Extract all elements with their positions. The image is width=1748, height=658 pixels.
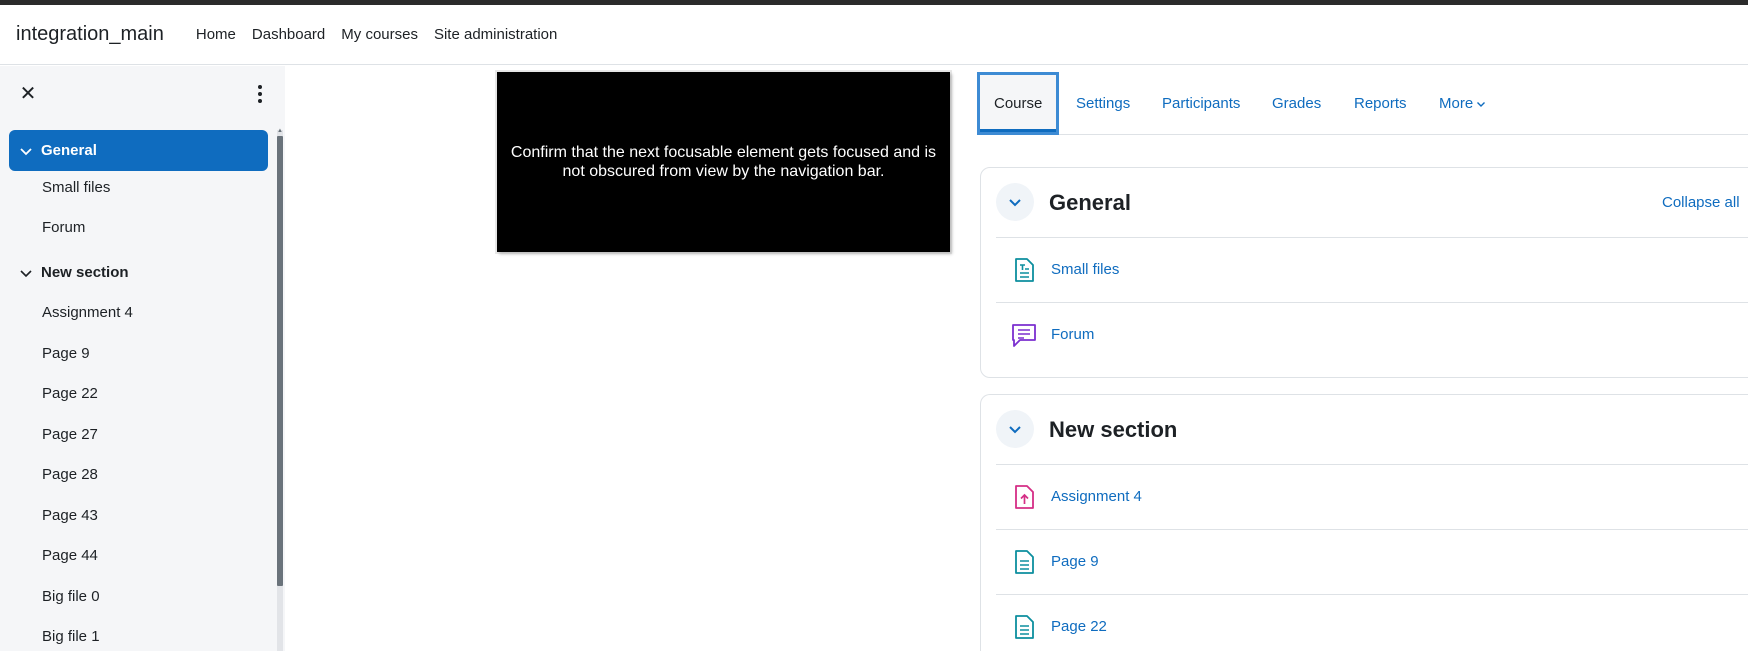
course-section-new-section: New section Assignment 4 Page 9 Page 22: [980, 394, 1748, 651]
chevron-down-icon: [1009, 426, 1021, 434]
page-icon: [1015, 614, 1034, 639]
chevron-down-icon: [1477, 101, 1486, 107]
drawer-item-page-9[interactable]: Page 9: [42, 345, 90, 362]
nav-dashboard[interactable]: Dashboard: [252, 26, 325, 43]
course-section-general: General Collapse all Small files Forum: [980, 167, 1748, 378]
secondary-navigation: Course Settings Participants Grades Repo…: [977, 72, 1748, 135]
assignment-icon: [1015, 484, 1034, 509]
activity-link-small-files[interactable]: Small files: [1051, 261, 1119, 278]
forum-icon: [1012, 323, 1036, 347]
course-index-drawer: ✕ ▲ General Small files Forum New sectio…: [0, 66, 285, 651]
kebab-menu-icon[interactable]: [250, 84, 270, 104]
tab-more-label: More: [1439, 95, 1474, 112]
drawer-item-small-files[interactable]: Small files: [42, 179, 110, 196]
activity-link-page-22[interactable]: Page 22: [1051, 618, 1107, 635]
tab-more[interactable]: More: [1439, 72, 1486, 135]
site-brand[interactable]: integration_main: [16, 23, 164, 46]
top-navbar: integration_main Home Dashboard My cours…: [0, 5, 1748, 65]
test-instruction-overlay: Confirm that the next focusable element …: [497, 72, 950, 252]
tab-reports[interactable]: Reports: [1354, 72, 1407, 135]
activity-link-page-9[interactable]: Page 9: [1051, 553, 1099, 570]
drawer-section-new-section[interactable]: New section: [9, 252, 268, 293]
activity-row: Forum: [996, 302, 1748, 366]
drawer-section-general[interactable]: General: [9, 130, 268, 171]
activity-link-assignment-4[interactable]: Assignment 4: [1051, 488, 1142, 505]
section-title: New section: [1049, 417, 1178, 442]
drawer-item-big-file-1[interactable]: Big file 1: [42, 628, 100, 645]
nav-my-courses[interactable]: My courses: [341, 26, 418, 43]
drawer-header: ✕: [0, 66, 285, 128]
section-toggle[interactable]: [996, 410, 1034, 448]
overlay-message: Confirm that the next focusable element …: [510, 144, 937, 180]
resource-icon: [1015, 257, 1034, 282]
tab-settings[interactable]: Settings: [1076, 72, 1130, 135]
drawer-item-big-file-0[interactable]: Big file 0: [42, 588, 100, 605]
nav-site-administration[interactable]: Site administration: [434, 26, 557, 43]
drawer-item-assignment-4[interactable]: Assignment 4: [42, 304, 133, 321]
drawer-item-page-22[interactable]: Page 22: [42, 385, 98, 402]
close-icon[interactable]: ✕: [18, 84, 38, 104]
page-icon: [1015, 549, 1034, 574]
section-toggle[interactable]: [996, 183, 1034, 221]
drawer-section-title: New section: [41, 264, 129, 281]
collapse-all-link[interactable]: Collapse all: [1662, 194, 1740, 211]
activity-row: Page 9: [996, 529, 1748, 593]
drawer-section-title: General: [41, 142, 97, 159]
scroll-up-arrow-icon[interactable]: ▲: [277, 128, 283, 134]
tab-course[interactable]: Course: [977, 72, 1060, 135]
drawer-item-forum[interactable]: Forum: [42, 219, 85, 236]
drawer-item-page-27[interactable]: Page 27: [42, 426, 98, 443]
nav-home[interactable]: Home: [196, 26, 236, 43]
drawer-item-page-44[interactable]: Page 44: [42, 547, 98, 564]
tab-participants[interactable]: Participants: [1162, 72, 1240, 135]
section-title: General: [1049, 190, 1131, 215]
drawer-item-page-43[interactable]: Page 43: [42, 507, 98, 524]
chevron-down-icon: [20, 147, 32, 155]
drawer-item-page-28[interactable]: Page 28: [42, 466, 98, 483]
activity-row: Small files: [996, 237, 1748, 301]
tab-grades[interactable]: Grades: [1272, 72, 1321, 135]
activity-link-forum[interactable]: Forum: [1051, 326, 1094, 343]
drawer-scrollbar-thumb[interactable]: [277, 136, 283, 586]
chevron-down-icon: [1009, 199, 1021, 207]
activity-row: Page 22: [996, 594, 1748, 658]
chevron-down-icon: [20, 269, 32, 277]
activity-row: Assignment 4: [996, 464, 1748, 528]
